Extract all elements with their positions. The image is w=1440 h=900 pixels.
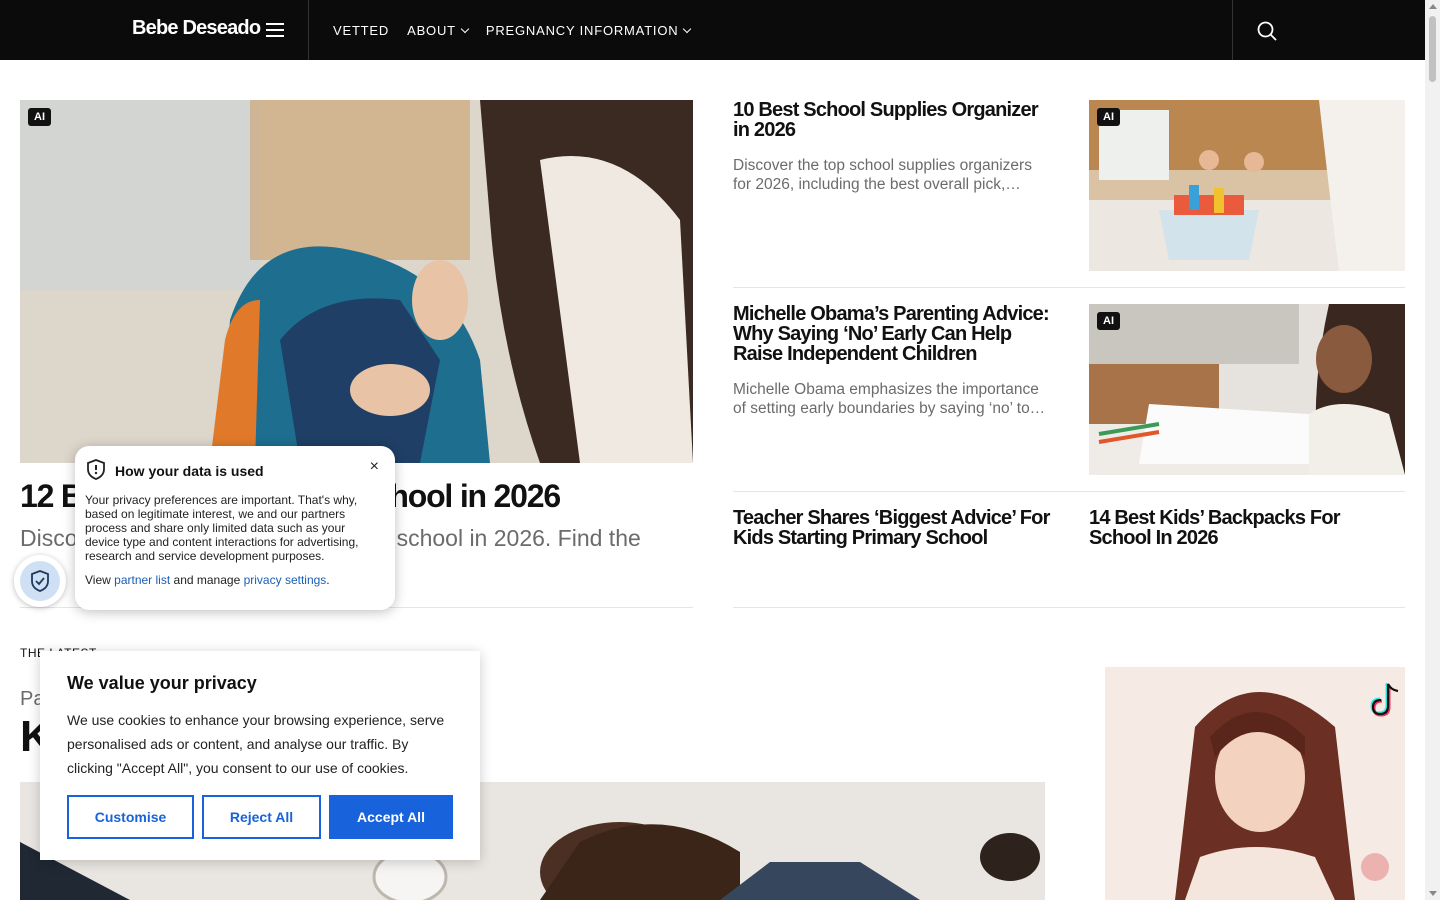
sidebar-ad[interactable] (1105, 667, 1405, 900)
header-divider (1232, 0, 1233, 60)
article-title[interactable]: 10 Best School Supplies Organizer in 202… (733, 100, 1053, 140)
ai-badge: AI (1097, 108, 1120, 126)
nav-item-pregnancy-information[interactable]: PREGNANCY INFORMATION (486, 23, 692, 38)
article-excerpt: Michelle Obama emphasizes the importance… (733, 381, 1046, 417)
nav-item-vetted[interactable]: VETTED (333, 23, 389, 38)
cookie-title: We value your privacy (67, 673, 257, 693)
article-thumbnail[interactable]: AI (1089, 100, 1405, 271)
menu-icon[interactable] (266, 23, 284, 37)
cookie-consent-banner: We value your privacy We use cookies to … (40, 651, 480, 860)
customise-button[interactable]: Customise (67, 795, 194, 839)
scroll-up-arrow-icon[interactable] (1429, 4, 1437, 9)
cookie-buttons: Customise Reject All Accept All (67, 795, 453, 839)
header-divider (308, 0, 309, 60)
scrollbar-thumb[interactable] (1429, 16, 1436, 82)
reject-all-button[interactable]: Reject All (202, 795, 321, 839)
popup-header: How your data is used (85, 458, 383, 483)
article-excerpt: Discover the top school supplies organiz… (733, 157, 1032, 193)
privacy-shield-button[interactable] (14, 555, 66, 607)
data-usage-popup: How your data is used × Your privacy pre… (75, 446, 395, 610)
article-title[interactable]: 14 Best Kids’ Backpacks For School In 20… (1089, 508, 1405, 548)
privacy-settings-link[interactable]: privacy settings (244, 573, 327, 587)
partner-list-link[interactable]: partner list (114, 573, 170, 587)
article-thumbnail[interactable]: AI (1089, 304, 1405, 475)
hero-image[interactable]: AI (20, 100, 693, 463)
shield-icon (85, 458, 107, 483)
ai-badge: AI (1097, 312, 1120, 330)
nav-item-about[interactable]: ABOUT (407, 23, 470, 38)
page-scrollbar[interactable] (1425, 0, 1440, 900)
popup-title: How your data is used (115, 462, 264, 479)
divider (733, 287, 1405, 288)
article-title[interactable]: Teacher Shares ‘Biggest Advice’ For Kids… (733, 508, 1053, 548)
article-title[interactable]: Michelle Obama’s Parenting Advice: Why S… (733, 304, 1053, 364)
shield-check-icon (20, 561, 60, 601)
scroll-down-arrow-icon[interactable] (1429, 891, 1437, 896)
popup-links: View partner list and manage privacy set… (85, 573, 330, 587)
chevron-down-icon (683, 24, 692, 33)
close-icon[interactable]: × (370, 458, 379, 476)
popup-body: Your privacy preferences are important. … (85, 493, 359, 563)
divider (733, 491, 1405, 492)
tiktok-icon (1367, 679, 1401, 724)
ai-badge: AI (28, 108, 51, 126)
site-logo[interactable]: Bebe Deseado (132, 17, 261, 40)
site-header: Bebe Deseado VETTED ABOUT PREGNANCY INFO… (0, 0, 1425, 60)
main-nav: VETTED ABOUT PREGNANCY INFORMATION (333, 23, 692, 38)
chevron-down-icon (460, 24, 470, 33)
cookie-text: We use cookies to enhance your browsing … (67, 712, 445, 776)
divider (733, 607, 1405, 608)
accept-all-button[interactable]: Accept All (329, 795, 453, 839)
search-icon[interactable] (1256, 20, 1278, 42)
